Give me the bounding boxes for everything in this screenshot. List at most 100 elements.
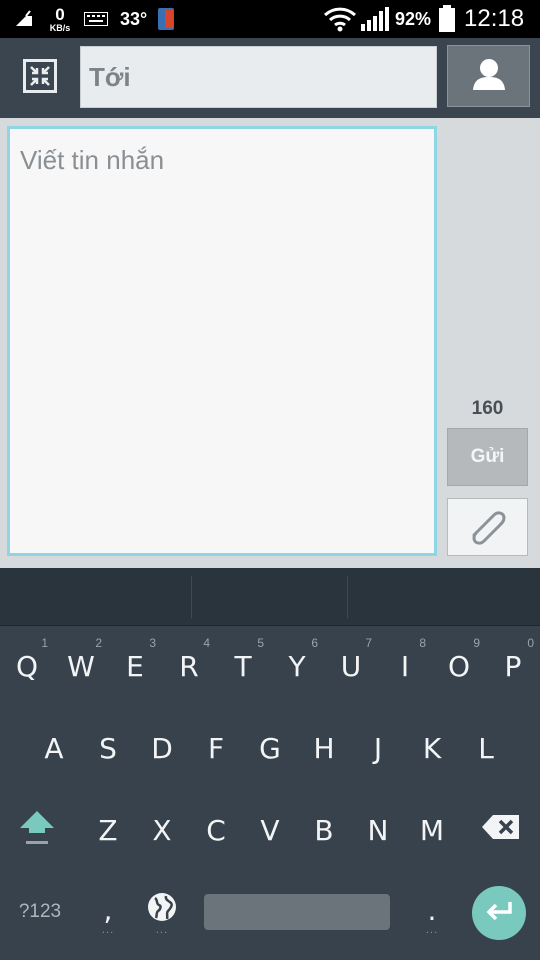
key-a[interactable]: A — [27, 708, 81, 788]
recipient-input[interactable]: Tới — [80, 46, 437, 108]
collapse-icon — [23, 58, 57, 98]
keyboard-icon — [84, 0, 108, 38]
key-d[interactable]: D — [135, 708, 189, 788]
key-e[interactable]: E3 — [108, 626, 162, 706]
key-label: X — [152, 813, 172, 847]
compose-area: Viết tin nhắn 160 Gửi — [0, 118, 540, 568]
key-hint: 5 — [257, 636, 264, 650]
key-label: , — [103, 893, 113, 927]
key-b[interactable]: B — [297, 790, 351, 870]
symbols-key[interactable]: ?123 — [10, 892, 70, 932]
symbols-label: ?123 — [18, 901, 62, 922]
key-l[interactable]: L — [459, 708, 513, 788]
key-label: . — [427, 893, 437, 927]
key-label: Q — [15, 649, 39, 683]
battery-text: 92% — [395, 8, 432, 29]
key-q[interactable]: Q1 — [0, 626, 54, 706]
network-speed-value: 0 — [55, 4, 65, 24]
key-label: U — [340, 649, 362, 683]
period-key[interactable]: . ... — [405, 870, 459, 950]
key-hint: 8 — [419, 636, 426, 650]
keyboard: Q1 W2 E3 R4 T5 Y6 U7 I8 O9 P0 A S D F G … — [0, 626, 540, 960]
app-icon — [157, 0, 177, 38]
language-key[interactable]: ... — [135, 870, 189, 950]
key-label: K — [422, 731, 442, 765]
key-label: I — [400, 649, 410, 683]
collapse-button[interactable] — [14, 54, 66, 102]
message-input[interactable]: Viết tin nhắn — [7, 126, 437, 556]
shift-key[interactable] — [10, 790, 64, 870]
backspace-key[interactable] — [474, 790, 528, 870]
key-i[interactable]: I8 — [378, 626, 432, 706]
key-t[interactable]: T5 — [216, 626, 270, 706]
key-label: J — [373, 731, 383, 765]
key-hint: 1 — [41, 636, 48, 650]
status-bar: 0 KB/s 33° 92% 12:18 — [0, 0, 540, 38]
suggestion-divider — [191, 576, 192, 618]
notification-icon — [14, 0, 36, 38]
backspace-icon — [481, 813, 521, 848]
paperclip-icon — [466, 505, 510, 550]
recipient-header: Tới — [0, 38, 540, 118]
key-dots: ... — [101, 925, 115, 936]
signal-icon — [360, 0, 390, 38]
key-y[interactable]: Y6 — [270, 626, 324, 706]
key-label: V — [260, 813, 280, 847]
key-label: Y — [288, 649, 306, 683]
key-v[interactable]: V — [243, 790, 297, 870]
send-button[interactable]: Gửi — [447, 428, 528, 486]
key-s[interactable]: S — [81, 708, 135, 788]
key-p[interactable]: P0 — [486, 626, 540, 706]
key-f[interactable]: F — [189, 708, 243, 788]
key-j[interactable]: J — [351, 708, 405, 788]
key-label: O — [447, 649, 471, 683]
key-label: T — [234, 649, 252, 683]
key-h[interactable]: H — [297, 708, 351, 788]
key-label: E — [126, 649, 144, 683]
globe-icon — [146, 891, 178, 930]
key-label: R — [179, 649, 199, 683]
clock: 12:18 — [464, 0, 524, 38]
key-u[interactable]: U7 — [324, 626, 378, 706]
character-counter: 160 — [471, 398, 504, 419]
network-speed: 0 KB/s — [46, 0, 74, 38]
key-k[interactable]: K — [405, 708, 459, 788]
network-speed-unit: KB/s — [49, 22, 71, 33]
shift-icon — [18, 809, 56, 852]
key-hint: 6 — [311, 636, 318, 650]
key-x[interactable]: X — [135, 790, 189, 870]
comma-key[interactable]: , ... — [81, 870, 135, 950]
key-hint: 9 — [473, 636, 480, 650]
battery-icon — [438, 0, 456, 38]
contact-icon — [471, 57, 507, 96]
key-label: G — [259, 731, 281, 765]
key-c[interactable]: C — [189, 790, 243, 870]
suggestion-divider — [347, 576, 348, 618]
key-label: F — [207, 731, 225, 765]
key-label: C — [206, 813, 226, 847]
send-label: Gửi — [470, 446, 505, 467]
key-m[interactable]: M — [405, 790, 459, 870]
enter-icon — [484, 899, 514, 928]
key-label: B — [314, 813, 334, 847]
message-placeholder: Viết tin nhắn — [20, 145, 165, 175]
key-label: M — [419, 813, 445, 847]
attach-button[interactable] — [447, 498, 528, 556]
battery-percent: 92% — [395, 0, 431, 38]
space-bar[interactable] — [204, 894, 390, 930]
key-w[interactable]: W2 — [54, 626, 108, 706]
enter-key[interactable] — [472, 886, 526, 940]
key-g[interactable]: G — [243, 708, 297, 788]
key-hint: 3 — [149, 636, 156, 650]
key-label: D — [151, 731, 173, 765]
key-o[interactable]: O9 — [432, 626, 486, 706]
key-r[interactable]: R4 — [162, 626, 216, 706]
key-label: L — [478, 731, 494, 765]
key-z[interactable]: Z — [81, 790, 135, 870]
key-n[interactable]: N — [351, 790, 405, 870]
key-label: H — [313, 731, 335, 765]
contacts-button[interactable] — [447, 45, 530, 107]
wifi-icon — [323, 0, 357, 38]
key-dots: ... — [425, 925, 439, 936]
key-label: S — [99, 731, 117, 765]
